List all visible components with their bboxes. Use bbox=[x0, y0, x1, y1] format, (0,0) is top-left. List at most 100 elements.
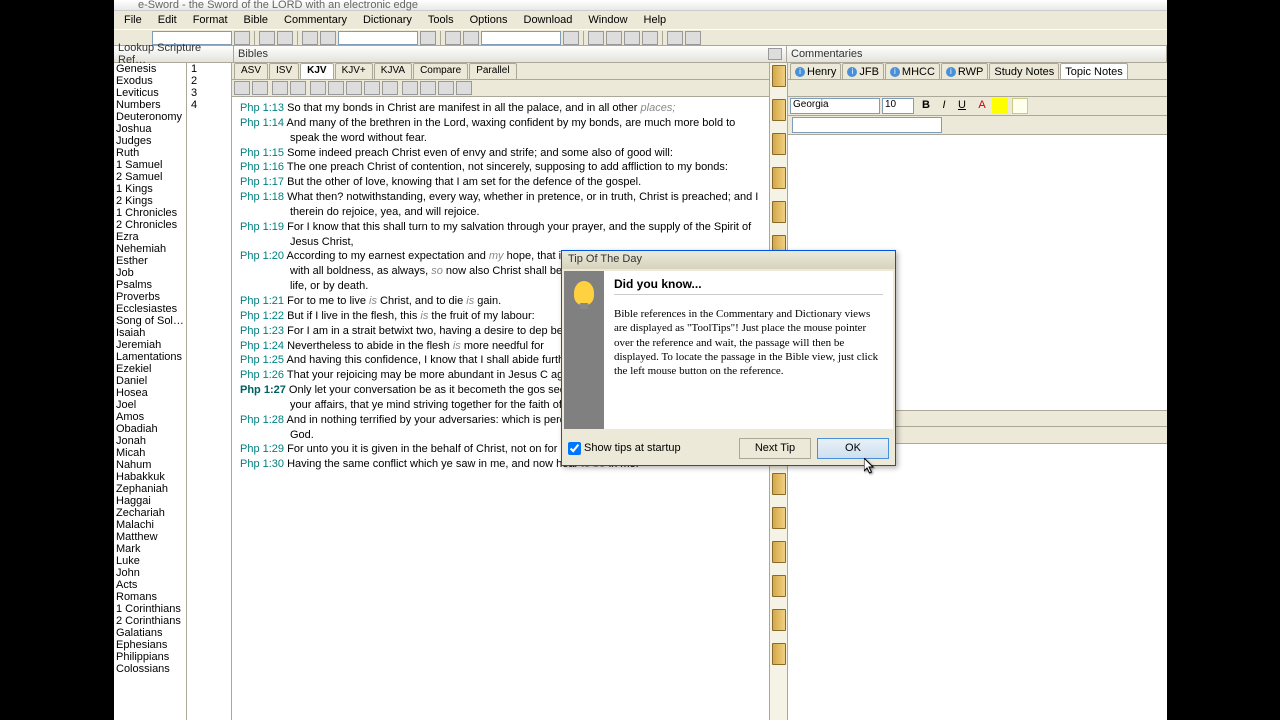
book-item[interactable]: Zephaniah bbox=[114, 483, 186, 495]
verse-reference[interactable]: Php 1:20 bbox=[240, 250, 284, 262]
book-item[interactable]: Ezra bbox=[114, 231, 186, 243]
bookmark-icon[interactable] bbox=[772, 167, 786, 189]
verse-row[interactable]: Php 1:15 Some indeed preach Christ even … bbox=[240, 146, 761, 161]
menu-tools[interactable]: Tools bbox=[422, 12, 460, 28]
book-item[interactable]: Psalms bbox=[114, 279, 186, 291]
topic-combo[interactable] bbox=[792, 117, 942, 133]
font-family-select[interactable]: Georgia bbox=[790, 98, 880, 114]
book-item[interactable]: 2 Kings bbox=[114, 195, 186, 207]
verse-reference[interactable]: Php 1:17 bbox=[240, 176, 284, 188]
menu-format[interactable]: Format bbox=[187, 12, 234, 28]
book-item[interactable]: 1 Chronicles bbox=[114, 207, 186, 219]
bookmark-icon[interactable] bbox=[772, 609, 786, 631]
verse-row[interactable]: Php 1:19 For I know that this shall turn… bbox=[240, 220, 761, 250]
verse-reference[interactable]: Php 1:29 bbox=[240, 443, 284, 455]
bible-tool-icon[interactable] bbox=[272, 81, 288, 95]
books-list[interactable]: GenesisExodusLeviticusNumbersDeuteronomy… bbox=[114, 63, 187, 720]
menu-help[interactable]: Help bbox=[638, 12, 673, 28]
verse-reference[interactable]: Php 1:22 bbox=[240, 310, 284, 322]
dictionary-content[interactable] bbox=[788, 444, 1167, 720]
bible-tool-icon[interactable] bbox=[420, 81, 436, 95]
book-item[interactable]: Exodus bbox=[114, 75, 186, 87]
commentary-tab-topic-notes[interactable]: Topic Notes bbox=[1060, 63, 1127, 79]
bookmark-icon[interactable] bbox=[772, 541, 786, 563]
bible-tool-icon[interactable] bbox=[290, 81, 306, 95]
book-item[interactable]: Habakkuk bbox=[114, 471, 186, 483]
book-item[interactable]: Daniel bbox=[114, 375, 186, 387]
commentary-tab-mhcc[interactable]: iMHCC bbox=[885, 63, 940, 79]
book-item[interactable]: Ephesians bbox=[114, 639, 186, 651]
commentary-tab-rwp[interactable]: iRWP bbox=[941, 63, 988, 79]
bible-tab-asv[interactable]: ASV bbox=[234, 63, 268, 79]
toolbar-btn[interactable] bbox=[420, 31, 436, 45]
bible-tool-icon[interactable] bbox=[310, 81, 326, 95]
toolbar-btn[interactable] bbox=[463, 31, 479, 45]
bookmark-icon[interactable] bbox=[772, 99, 786, 121]
chapter-item[interactable]: 4 bbox=[187, 99, 231, 111]
toolbar-btn[interactable] bbox=[563, 31, 579, 45]
verse-reference[interactable]: Php 1:15 bbox=[240, 147, 284, 159]
nav-back-icon[interactable] bbox=[259, 31, 275, 45]
book-item[interactable]: 2 Chronicles bbox=[114, 219, 186, 231]
book-item[interactable]: Galatians bbox=[114, 627, 186, 639]
verse-row[interactable]: Php 1:18 What then? notwithstanding, eve… bbox=[240, 190, 761, 220]
verse-reference[interactable]: Php 1:28 bbox=[240, 414, 284, 426]
toolbar-btn[interactable] bbox=[685, 31, 701, 45]
book-item[interactable]: Ezekiel bbox=[114, 363, 186, 375]
commentary-tab-study-notes[interactable]: Study Notes bbox=[989, 63, 1059, 79]
verse-reference[interactable]: Php 1:21 bbox=[240, 295, 284, 307]
toolbar-btn[interactable] bbox=[302, 31, 318, 45]
book-item[interactable]: Micah bbox=[114, 447, 186, 459]
layout-icon[interactable] bbox=[624, 31, 640, 45]
book-item[interactable]: Luke bbox=[114, 555, 186, 567]
verse-reference[interactable]: Php 1:13 bbox=[240, 102, 284, 114]
verse-reference[interactable]: Php 1:24 bbox=[240, 340, 284, 352]
book-item[interactable]: Joshua bbox=[114, 123, 186, 135]
commentary-tab-jfb[interactable]: iJFB bbox=[842, 63, 884, 79]
font-color-icon[interactable]: A bbox=[974, 98, 990, 114]
verse-reference[interactable]: Php 1:18 bbox=[240, 191, 284, 203]
verse-reference[interactable]: Php 1:25 bbox=[240, 354, 284, 366]
note-icon[interactable] bbox=[1012, 98, 1028, 114]
bookmark-icon[interactable] bbox=[772, 133, 786, 155]
book-item[interactable]: Acts bbox=[114, 579, 186, 591]
bold-button[interactable]: B bbox=[918, 98, 934, 114]
book-item[interactable]: Joel bbox=[114, 399, 186, 411]
menu-download[interactable]: Download bbox=[518, 12, 579, 28]
book-item[interactable]: Amos bbox=[114, 411, 186, 423]
book-item[interactable]: Judges bbox=[114, 135, 186, 147]
bookmark-icon[interactable] bbox=[772, 643, 786, 665]
book-item[interactable]: 2 Samuel bbox=[114, 171, 186, 183]
bible-tab-compare[interactable]: Compare bbox=[413, 63, 468, 79]
menu-options[interactable]: Options bbox=[464, 12, 514, 28]
book-item[interactable]: Job bbox=[114, 267, 186, 279]
verse-row[interactable]: Php 1:17 But the other of love, knowing … bbox=[240, 175, 761, 190]
bible-tool-icon[interactable] bbox=[328, 81, 344, 95]
chapter-item[interactable]: 2 bbox=[187, 75, 231, 87]
bookmark-icon[interactable] bbox=[772, 473, 786, 495]
verse-reference[interactable]: Php 1:27 bbox=[240, 384, 286, 396]
book-item[interactable]: Malachi bbox=[114, 519, 186, 531]
bible-tab-isv[interactable]: ISV bbox=[269, 63, 299, 79]
toolbar-dropdown[interactable] bbox=[481, 31, 561, 45]
menu-dictionary[interactable]: Dictionary bbox=[357, 12, 418, 28]
book-item[interactable]: 1 Kings bbox=[114, 183, 186, 195]
book-item[interactable]: Mark bbox=[114, 543, 186, 555]
commentary-tab-henry[interactable]: iHenry bbox=[790, 63, 841, 79]
book-item[interactable]: Zechariah bbox=[114, 507, 186, 519]
verse-reference[interactable]: Php 1:26 bbox=[240, 369, 284, 381]
book-item[interactable]: Ruth bbox=[114, 147, 186, 159]
bookmark-icon[interactable] bbox=[772, 575, 786, 597]
toolbar-btn[interactable] bbox=[234, 31, 250, 45]
bookmark-icon[interactable] bbox=[772, 65, 786, 87]
book-item[interactable]: Haggai bbox=[114, 495, 186, 507]
book-item[interactable]: Jeremiah bbox=[114, 339, 186, 351]
menu-file[interactable]: File bbox=[118, 12, 148, 28]
bible-tool-icon[interactable] bbox=[252, 81, 268, 95]
verse-reference[interactable]: Php 1:14 bbox=[240, 117, 284, 129]
chapters-list[interactable]: 1234 bbox=[187, 63, 232, 720]
book-item[interactable]: 1 Corinthians bbox=[114, 603, 186, 615]
bible-tab-kjva[interactable]: KJVA bbox=[374, 63, 412, 79]
book-item[interactable]: Genesis bbox=[114, 63, 186, 75]
book-item[interactable]: John bbox=[114, 567, 186, 579]
